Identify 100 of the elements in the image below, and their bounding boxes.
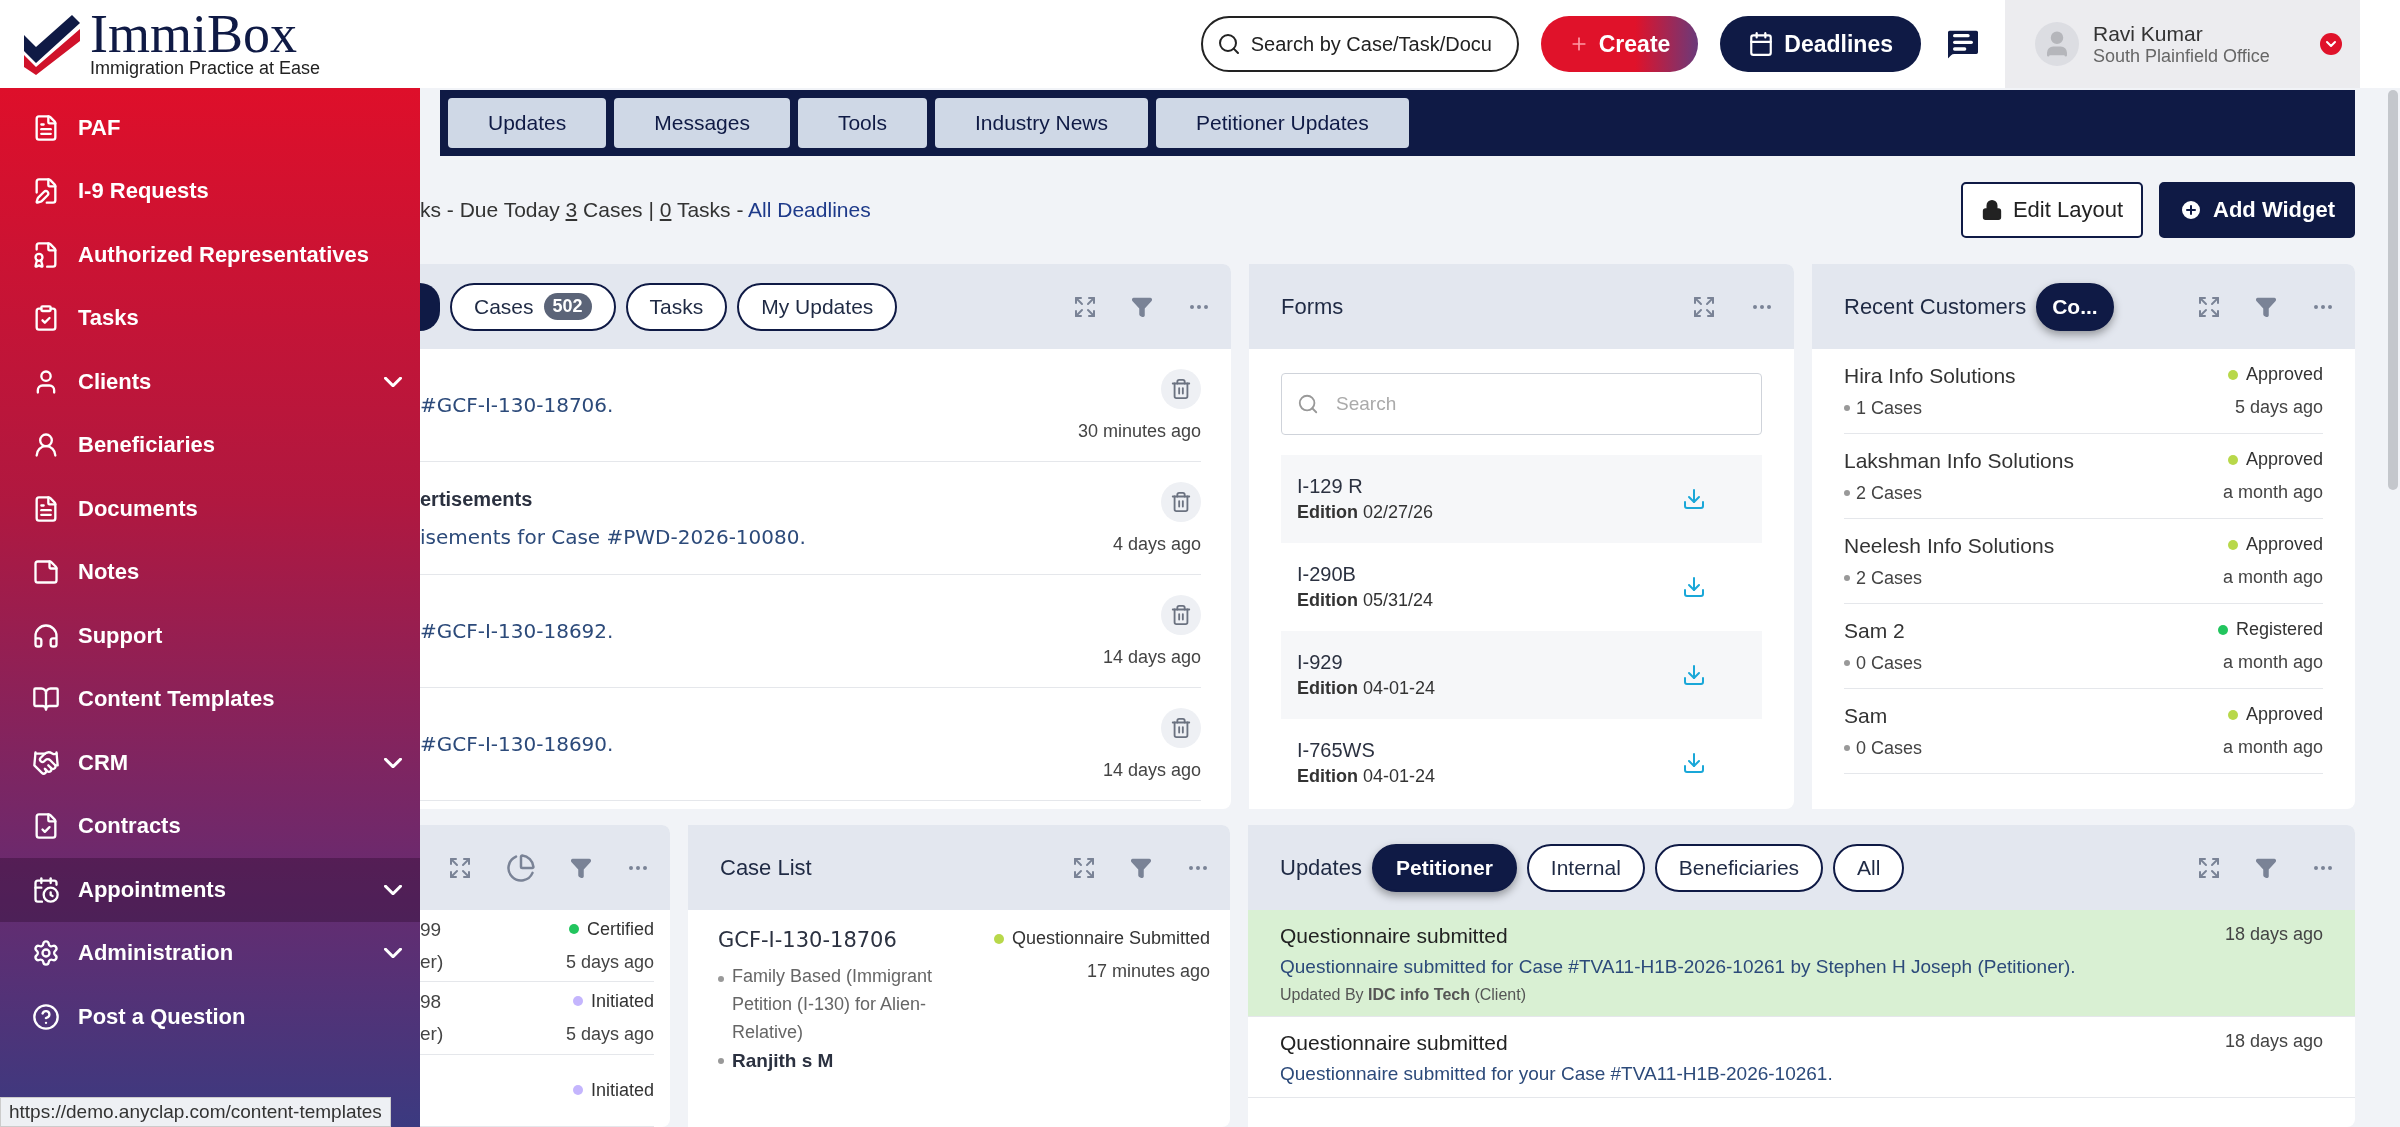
- expand-icon[interactable]: [2197, 855, 2221, 880]
- user-name: Ravi Kumar: [2093, 21, 2204, 46]
- sidebar-item[interactable]: Tasks: [0, 286, 420, 350]
- case-type: Family Based (Immigrant Petition (I-130) for Alien-Relative): [718, 962, 984, 1046]
- handshake-icon: [32, 748, 60, 777]
- form-name: I-129 R: [1297, 475, 1364, 498]
- tab[interactable]: Updates: [448, 98, 607, 148]
- expand-icon[interactable]: [1073, 294, 1097, 319]
- user-office: South Plainfield Office: [2093, 45, 2271, 67]
- trash-icon: [1170, 716, 1192, 739]
- deadlines-button[interactable]: Deadlines: [1720, 16, 1921, 72]
- filter-chip[interactable]: All: [1833, 843, 1905, 892]
- status-label: Approved: [2227, 364, 2323, 385]
- calendar-icon: [1748, 31, 1775, 57]
- expand-icon[interactable]: [1692, 294, 1716, 319]
- filter-icon[interactable]: [1130, 856, 1152, 879]
- sidebar-item[interactable]: Support: [0, 604, 420, 668]
- user-menu[interactable]: Ravi Kumar South Plainfield Office: [2005, 0, 2360, 88]
- tab-pill-edge[interactable]: [420, 282, 440, 331]
- time-text: 30 minutes ago: [1077, 420, 1201, 442]
- filter-chip[interactable]: My Updates: [737, 282, 898, 331]
- add-widget-button[interactable]: Add Widget: [2159, 182, 2355, 238]
- download-icon[interactable]: [1682, 487, 1706, 511]
- update-text: Questionnaire submitted for Case #TVA11-H1B-2026-10261 by Stephen H Joseph (Petitioner).: [1280, 956, 2077, 978]
- filter-chip[interactable]: Cases 502: [450, 282, 616, 331]
- sidebar-item[interactable]: I-9 Requests: [0, 159, 420, 223]
- customer-name[interactable]: Lakshman Info Solutions: [1844, 448, 2223, 473]
- expand-icon[interactable]: [1072, 855, 1096, 880]
- status-label: Certified: [568, 918, 654, 940]
- filter-icon[interactable]: [2255, 295, 2277, 318]
- form-edition: Edition 02/27/26: [1297, 502, 1435, 523]
- download-icon[interactable]: [1682, 751, 1706, 775]
- logo-check-icon: [22, 13, 82, 75]
- logo-tagline: Immigration Practice at Ease: [90, 57, 321, 79]
- deadline-summary: ks - Due Today 3 Cases | 0 Tasks - All Deadlines: [420, 198, 871, 222]
- time-text: 5 days ago: [2234, 397, 2323, 418]
- card-title: Forms: [1281, 293, 1344, 320]
- expand-icon[interactable]: [448, 855, 472, 880]
- sidebar-item[interactable]: Beneficiaries: [0, 413, 420, 477]
- time-text: 17 minutes ago: [1086, 961, 1210, 982]
- document-badge-icon: [32, 240, 60, 269]
- download-icon[interactable]: [1682, 663, 1706, 687]
- filter-chip[interactable]: Co...: [2036, 282, 2114, 331]
- scrollbar[interactable]: [2388, 90, 2398, 490]
- filter-chip[interactable]: Tasks: [625, 282, 728, 331]
- create-button[interactable]: Create: [1540, 16, 1699, 72]
- tab[interactable]: Industry News: [934, 98, 1148, 148]
- sidebar-item[interactable]: Appointments: [0, 858, 420, 922]
- sidebar-item[interactable]: Documents: [0, 477, 420, 541]
- customer-name[interactable]: Sam 2: [1844, 618, 2218, 643]
- sidebar-item[interactable]: Clients: [0, 350, 420, 414]
- download-icon[interactable]: [1682, 575, 1706, 599]
- customer-name[interactable]: Hira Info Solutions: [1844, 363, 2228, 388]
- lock-icon: [1980, 199, 2003, 221]
- sidebar-item[interactable]: Post a Question: [0, 985, 420, 1049]
- tab[interactable]: Messages: [614, 98, 790, 148]
- delete-button[interactable]: [1161, 594, 1201, 635]
- filter-icon[interactable]: [2255, 856, 2277, 879]
- delete-button[interactable]: [1161, 481, 1201, 522]
- filter-chip[interactable]: Internal: [1526, 843, 1645, 892]
- sidebar-item[interactable]: Notes: [0, 540, 420, 604]
- case-number: 99: [420, 918, 443, 941]
- sidebar-item[interactable]: Content Templates: [0, 667, 420, 731]
- filter-chip[interactable]: Petitioner: [1371, 843, 1517, 892]
- form-name: I-290B: [1297, 563, 1357, 586]
- filter-chip[interactable]: Beneficiaries: [1654, 843, 1824, 892]
- update-title: Questionnaire submitted: [1280, 1031, 1509, 1055]
- tab[interactable]: Petitioner Updates: [1156, 98, 1409, 148]
- case-id[interactable]: GCF-I-130-18706: [718, 928, 984, 952]
- customer-name[interactable]: Sam: [1844, 703, 2223, 728]
- update-text: Questionnaire submitted for your Case #TVA11-H1B-2026-10261.: [1280, 1063, 1834, 1085]
- status-label: Approved: [2227, 534, 2323, 555]
- sidebar-item[interactable]: Contracts: [0, 794, 420, 858]
- expand-icon[interactable]: [2197, 294, 2221, 319]
- activity-text: #GCF-I-130-18690.: [420, 732, 615, 756]
- filter-icon[interactable]: [570, 856, 592, 879]
- chevron-down-icon[interactable]: [2320, 33, 2342, 55]
- tab[interactable]: Tools: [797, 98, 927, 148]
- trash-icon: [1170, 490, 1192, 513]
- time-text: 14 days ago: [1102, 646, 1201, 668]
- time-text: a month ago: [2222, 652, 2323, 673]
- pie-chart-icon[interactable]: [506, 852, 536, 883]
- time-text: 14 days ago: [1102, 759, 1201, 781]
- search-field[interactable]: Search by Case/Task/Docu: [1200, 16, 1519, 72]
- filter-icon[interactable]: [1131, 295, 1153, 318]
- search-icon: [1216, 32, 1241, 56]
- customer-name[interactable]: Neelesh Info Solutions: [1844, 533, 2223, 558]
- status-label: Registered: [2217, 619, 2323, 640]
- edit-layout-button[interactable]: Edit Layout: [1960, 182, 2143, 238]
- form-edition: Edition 04-01-24: [1297, 766, 1437, 787]
- delete-button[interactable]: [1161, 707, 1201, 748]
- sidebar-item[interactable]: PAF: [0, 96, 420, 160]
- sidebar-item[interactable]: CRM: [0, 731, 420, 795]
- all-deadlines-link[interactable]: All Deadlines: [748, 198, 871, 221]
- sidebar-item[interactable]: Administration: [0, 921, 420, 985]
- sidebar-item[interactable]: Authorized Representatives: [0, 223, 420, 287]
- time-text: 18 days ago: [2224, 924, 2323, 946]
- status-label: Approved: [2227, 449, 2323, 470]
- calendar-clock-icon: [32, 875, 60, 904]
- delete-button[interactable]: [1161, 368, 1201, 409]
